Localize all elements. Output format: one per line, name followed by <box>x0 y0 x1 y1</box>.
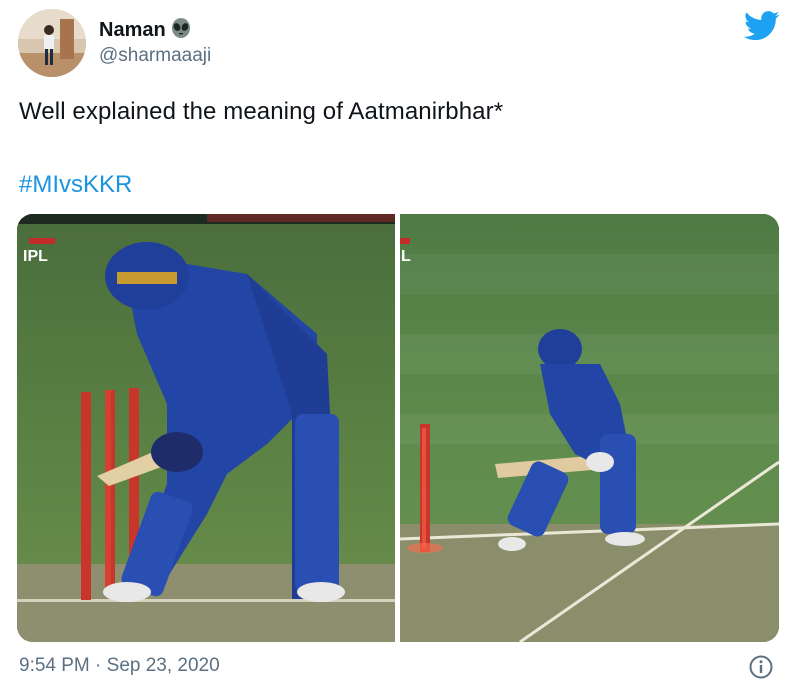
user-name[interactable]: Naman <box>99 19 166 42</box>
tweet-text: Well explained the meaning of Aatmanirbh… <box>19 98 504 125</box>
user-name-row[interactable]: Naman <box>99 17 192 44</box>
ipl-watermark-left: IPL <box>23 248 48 265</box>
avatar[interactable] <box>18 9 86 77</box>
alien-emoji-icon <box>170 17 192 44</box>
user-handle[interactable]: @sharmaaaji <box>99 45 211 67</box>
tweet-timestamp[interactable]: 9:54 PM · Sep 23, 2020 <box>19 655 220 677</box>
hashtag-link[interactable]: #MIvsKKR <box>19 171 132 199</box>
media-photo-left[interactable]: IPL <box>17 214 395 642</box>
twitter-bird-icon[interactable] <box>744 11 780 41</box>
info-icon[interactable] <box>748 654 774 680</box>
ipl-watermark-right: L <box>401 248 411 265</box>
media-photo-right[interactable]: L <box>400 214 779 642</box>
tweet-media[interactable]: IPL L <box>17 214 779 642</box>
tweet-card: Naman @sharmaaaji Well explained the mea… <box>0 0 800 697</box>
